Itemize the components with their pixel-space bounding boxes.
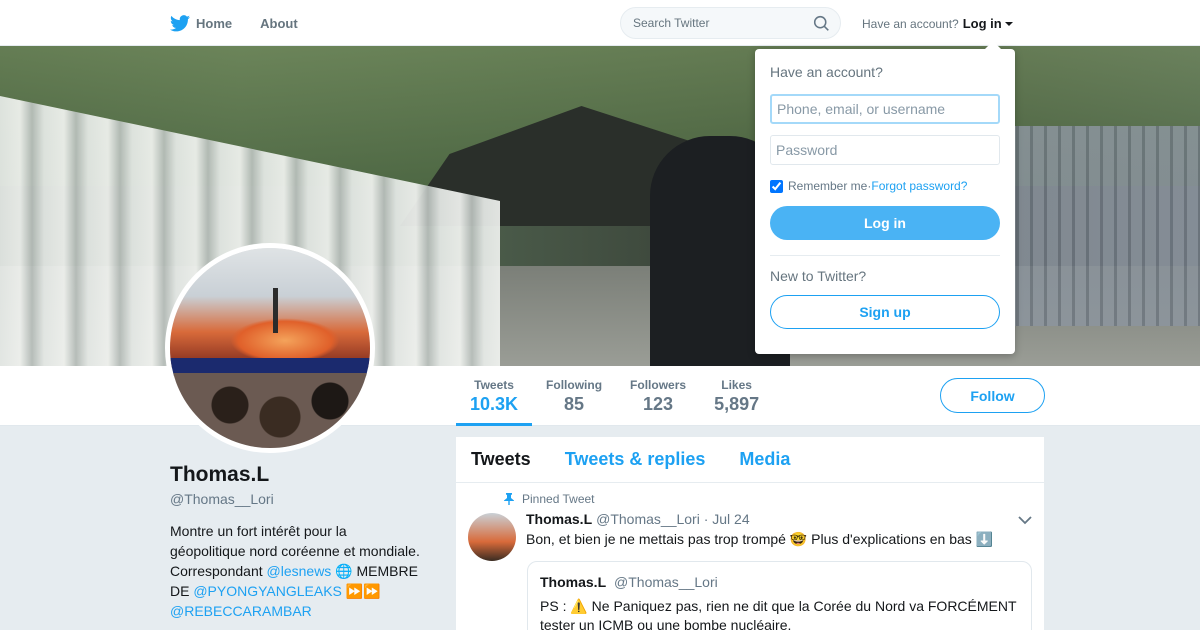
stat-value: 85 [564, 394, 585, 414]
tweet-text: Bon, et bien je ne mettais pas trop trom… [526, 531, 994, 547]
stat-label: Following [546, 378, 603, 392]
tweet-header: Thomas.L @Thomas__Lori · Jul 24 [526, 511, 750, 527]
bio-mention-link[interactable]: @lesnews [267, 563, 332, 579]
tweet-handle-date[interactable]: @Thomas__Lori · Jul 24 [596, 511, 750, 527]
quoted-author-name: Thomas.L [540, 574, 607, 590]
search-icon[interactable] [813, 15, 830, 32]
profile-avatar[interactable] [165, 243, 375, 453]
bio-line: Montre un fort intérêt pour la [170, 523, 347, 539]
stat-value: 5,897 [714, 394, 760, 414]
search-input[interactable] [621, 16, 801, 30]
profile-name[interactable]: Thomas.L [170, 463, 269, 487]
login-dropdown: Have an account? Remember me · Forgot pa… [755, 41, 1015, 354]
username-field[interactable] [770, 94, 1000, 124]
avatar-crowd [170, 373, 370, 448]
bio-text: ⏩⏩ [341, 583, 381, 599]
nav-about-label: About [260, 15, 298, 31]
login-link-label: Log in [962, 16, 1002, 31]
nav-links: Home About [170, 0, 326, 46]
timeline-tabs: Tweets Tweets & replies Media [456, 437, 1044, 483]
pinned-text: Pinned Tweet [522, 492, 595, 506]
forgot-password-link[interactable]: Forgot password? [871, 179, 967, 193]
remember-label: Remember me [788, 179, 868, 193]
profile-handle[interactable]: @Thomas__Lori [170, 491, 274, 507]
remember-row: Remember me · Forgot password? [770, 179, 1000, 193]
nav-home[interactable]: Home [170, 14, 233, 32]
bio-line: géopolitique nord coréenne et mondiale. [170, 543, 420, 559]
quoted-author-handle: @Thomas__Lori [614, 574, 718, 590]
password-field[interactable] [770, 135, 1000, 165]
bio-line: Correspondant @lesnews 🌐 MEMBRE [170, 561, 435, 581]
twitter-bird-icon [170, 14, 190, 31]
chevron-down-icon[interactable] [1018, 515, 1032, 525]
timeline: Tweets Tweets & replies Media Pinned Twe… [456, 437, 1044, 630]
dropdown-divider [770, 255, 1000, 256]
stat-label: Tweets [474, 378, 514, 392]
quoted-tweet[interactable]: Thomas.L @Thomas__Lori PS : ⚠️ Ne Paniqu… [527, 561, 1032, 630]
tab-media[interactable]: Media [739, 449, 790, 470]
bio-text: Correspondant [170, 563, 267, 579]
stat-following[interactable]: Following 85 [532, 366, 616, 426]
bio-line: @REBECCARAMBAR [170, 601, 435, 621]
login-dropdown-toggle[interactable]: Log in [963, 16, 1013, 31]
stat-value: 123 [643, 394, 674, 414]
quoted-tweet-header: Thomas.L @Thomas__Lori [540, 574, 1019, 590]
remember-checkbox[interactable] [770, 179, 783, 193]
stat-likes[interactable]: Likes 5,897 [700, 366, 773, 426]
new-to-twitter-label: New to Twitter? [770, 268, 867, 284]
profile-stats: Tweets 10.3K Following 85 Followers 123 … [456, 366, 773, 426]
follow-button[interactable]: Follow [940, 378, 1045, 413]
login-button[interactable]: Log in [770, 206, 1000, 240]
bio-text: DE [170, 583, 194, 599]
login-dropdown-title: Have an account? [770, 64, 883, 80]
profile-bio: Montre un fort intérêt pour la géopoliti… [170, 521, 435, 621]
avatar-missile [273, 288, 278, 333]
stat-value: 10.3K [470, 394, 519, 414]
nav-home-label: Home [196, 15, 233, 31]
have-account: Have an account? Log in [862, 16, 1013, 31]
signup-button[interactable]: Sign up [770, 295, 1000, 329]
avatar-missile-smoke [230, 318, 340, 363]
stat-label: Followers [630, 378, 687, 392]
tweet-avatar[interactable] [468, 513, 516, 561]
stat-followers[interactable]: Followers 123 [616, 366, 700, 426]
bio-mention-link[interactable]: @PYONGYANGLEAKS [193, 583, 342, 599]
tab-tweets-replies[interactable]: Tweets & replies [565, 449, 706, 470]
pinned-tweet-label: Pinned Tweet [504, 492, 595, 506]
bio-text: 🌐 MEMBRE [331, 563, 418, 579]
tab-tweets[interactable]: Tweets [471, 449, 531, 470]
caret-down-icon [1004, 21, 1013, 26]
stat-tweets[interactable]: Tweets 10.3K [456, 366, 533, 426]
stat-label: Likes [721, 378, 752, 392]
tweet-author-name[interactable]: Thomas.L [526, 511, 592, 527]
search-box [620, 7, 841, 39]
quoted-tweet-text: PS : ⚠️ Ne Paniquez pas, rien ne dit que… [540, 598, 1017, 630]
pin-icon [504, 493, 514, 505]
top-nav: Home About Have an account? Log in [0, 0, 1200, 46]
have-account-label: Have an account? [862, 16, 959, 31]
bio-line: DE @PYONGYANGLEAKS ⏩⏩ [170, 581, 435, 601]
nav-about[interactable]: About [260, 16, 298, 31]
bio-mention-link[interactable]: @REBECCARAMBAR [170, 603, 312, 619]
